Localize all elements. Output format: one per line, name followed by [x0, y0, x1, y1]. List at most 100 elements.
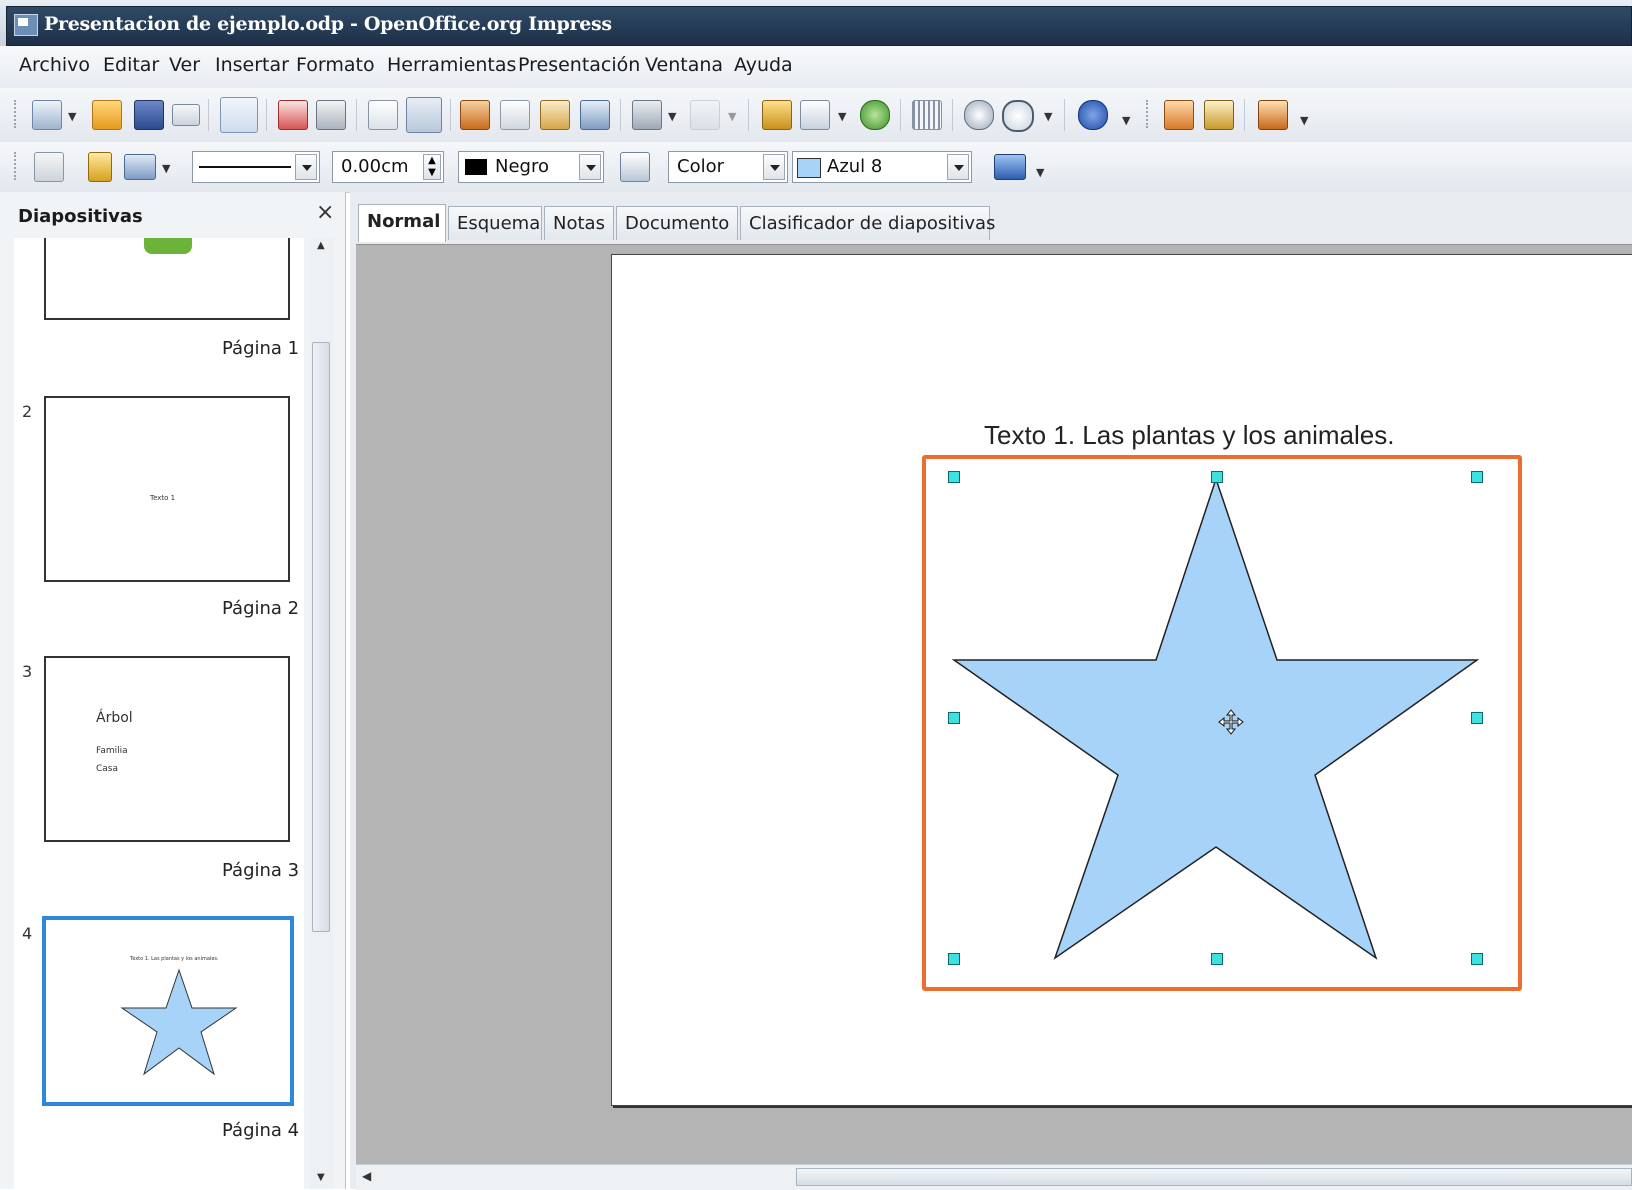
shadow-icon[interactable] — [994, 154, 1026, 180]
scroll-left-arrow[interactable]: ◀ — [362, 1169, 371, 1183]
copy-icon[interactable] — [500, 100, 530, 130]
line-fill-toolbar: ▼ 0.00cm ▲ ▼ Negro Color Azul 8 ▼ — [0, 142, 1632, 193]
slide-thumbnail-1[interactable] — [44, 238, 290, 320]
resize-handle[interactable] — [1211, 953, 1223, 965]
toolbar-grip-3[interactable] — [14, 152, 20, 180]
green-shape — [144, 238, 192, 254]
line-width-field[interactable]: 0.00cm ▲ ▼ — [332, 151, 444, 183]
table-icon[interactable] — [800, 100, 830, 130]
save-icon[interactable] — [134, 100, 164, 130]
thumb-text: Texto 1. Las plantas y los animales. — [130, 956, 219, 962]
line-color-select[interactable]: Negro — [458, 151, 604, 183]
tab-normal[interactable]: Normal — [358, 204, 446, 242]
new-slide-icon[interactable] — [1164, 100, 1194, 130]
edit-file-icon[interactable] — [220, 97, 258, 133]
spellcheck-icon[interactable] — [368, 100, 398, 130]
resize-handle[interactable] — [948, 712, 960, 724]
redo-dropdown-arrow[interactable]: ▼ — [728, 110, 736, 123]
navigator-icon[interactable] — [964, 100, 994, 130]
menu-ventana[interactable]: Ventana — [645, 54, 723, 76]
close-icon[interactable]: × — [316, 200, 334, 225]
line-color-dropdown-button[interactable] — [579, 154, 601, 180]
grid-icon[interactable] — [912, 100, 942, 130]
toolbar2-more-arrow[interactable]: ▼ — [1036, 166, 1044, 179]
chart-icon[interactable] — [762, 100, 792, 130]
resize-handle[interactable] — [948, 953, 960, 965]
tab-documento[interactable]: Documento — [616, 206, 738, 240]
scroll-up-arrow[interactable]: ▲ — [317, 240, 325, 251]
help-icon[interactable] — [1078, 100, 1108, 130]
toolbar-grip-2[interactable] — [1146, 100, 1152, 128]
area-fill-icon[interactable] — [620, 152, 650, 182]
resize-handle[interactable] — [1471, 471, 1483, 483]
slides-panel-title: Diapositivas — [18, 206, 143, 227]
email-icon[interactable] — [172, 104, 200, 126]
menu-editar[interactable]: Editar — [103, 54, 159, 76]
gallery-icon[interactable] — [860, 100, 890, 130]
resize-handle[interactable] — [1471, 712, 1483, 724]
thumb-text: Casa — [96, 764, 119, 774]
slide-design-icon[interactable] — [1204, 100, 1234, 130]
slide-thumbnail-4[interactable]: Texto 1. Las plantas y los animales. — [42, 916, 294, 1106]
arrow-style-icon[interactable] — [124, 154, 156, 180]
area-color-select[interactable]: Azul 8 — [792, 151, 972, 183]
open-icon[interactable] — [92, 100, 122, 130]
paste-icon[interactable] — [540, 100, 570, 130]
zoom-dropdown-arrow[interactable]: ▼ — [1044, 110, 1052, 123]
undo-dropdown-arrow[interactable]: ▼ — [668, 110, 676, 123]
tab-clasificador[interactable]: Clasificador de diapositivas — [740, 206, 995, 240]
scroll-down-arrow[interactable]: ▼ — [317, 1172, 325, 1183]
menu-ayuda[interactable]: Ayuda — [734, 54, 793, 76]
resize-handle[interactable] — [1471, 953, 1483, 965]
move-cursor-icon — [1218, 709, 1244, 735]
autospellcheck-icon[interactable] — [406, 97, 442, 133]
undo-icon[interactable] — [632, 100, 662, 130]
line-style-select[interactable] — [192, 151, 320, 183]
arrow-style-dropdown[interactable]: ▼ — [162, 162, 170, 175]
line-icon[interactable] — [88, 152, 112, 182]
menu-presentacion[interactable]: Presentación — [518, 54, 640, 76]
table-dropdown-arrow[interactable]: ▼ — [838, 110, 846, 123]
menu-ver[interactable]: Ver — [169, 54, 200, 76]
slide-label: Página 3 — [222, 860, 300, 881]
new-dropdown-arrow[interactable]: ▼ — [68, 110, 76, 123]
resize-handle[interactable] — [1211, 471, 1223, 483]
area-style-select[interactable]: Color — [668, 151, 788, 183]
thumb-star — [120, 968, 238, 1076]
styles-icon[interactable] — [34, 152, 64, 182]
slide-label: Página 2 — [222, 598, 300, 619]
resize-handle[interactable] — [948, 471, 960, 483]
print-icon[interactable] — [316, 100, 346, 130]
zoom-icon[interactable] — [1002, 100, 1034, 132]
standard-toolbar: ▼ ▼ ▼ ▼ ▼ ▼ ▼ — [0, 88, 1632, 142]
menu-archivo[interactable]: Archivo — [19, 54, 90, 76]
tab-notas[interactable]: Notas — [544, 206, 614, 240]
menu-insertar[interactable]: Insertar — [215, 54, 289, 76]
scrollbar-thumb[interactable] — [312, 342, 330, 932]
menu-herramientas[interactable]: Herramientas — [387, 54, 516, 76]
line-style-preview — [199, 166, 291, 168]
impress-app-icon — [14, 14, 38, 36]
area-style-dropdown-button[interactable] — [763, 154, 785, 180]
line-style-dropdown-button[interactable] — [295, 154, 317, 180]
new-icon[interactable] — [32, 100, 62, 130]
area-color-dropdown-button[interactable] — [947, 154, 969, 180]
tab-esquema[interactable]: Esquema — [448, 206, 542, 240]
horizontal-scrollbar[interactable]: ◀ — [356, 1164, 1632, 1190]
slideshow-icon[interactable] — [1258, 100, 1288, 130]
slide-thumbnail-2[interactable]: Texto 1 — [44, 396, 290, 582]
slide-thumbnail-3[interactable]: Árbol Familia Casa — [44, 656, 290, 842]
slide-title-text[interactable]: Texto 1. Las plantas y los animales. — [984, 420, 1394, 451]
slides-scrollbar[interactable]: ▲ ▼ — [310, 238, 334, 1189]
line-width-spinner[interactable]: ▲ ▼ — [423, 154, 441, 180]
cut-icon[interactable] — [460, 100, 490, 130]
horizontal-scrollbar-thumb[interactable] — [796, 1168, 1632, 1186]
toolbar-more-arrow[interactable]: ▼ — [1122, 114, 1130, 127]
toolbar-grip[interactable] — [14, 100, 20, 128]
format-paintbrush-icon[interactable] — [580, 100, 610, 130]
menu-formato[interactable]: Formato — [296, 54, 375, 76]
toolbar-more-arrow-2[interactable]: ▼ — [1300, 114, 1308, 127]
redo-icon[interactable] — [690, 100, 720, 130]
export-pdf-icon[interactable] — [278, 100, 308, 130]
line-width-value: 0.00cm — [341, 156, 409, 177]
